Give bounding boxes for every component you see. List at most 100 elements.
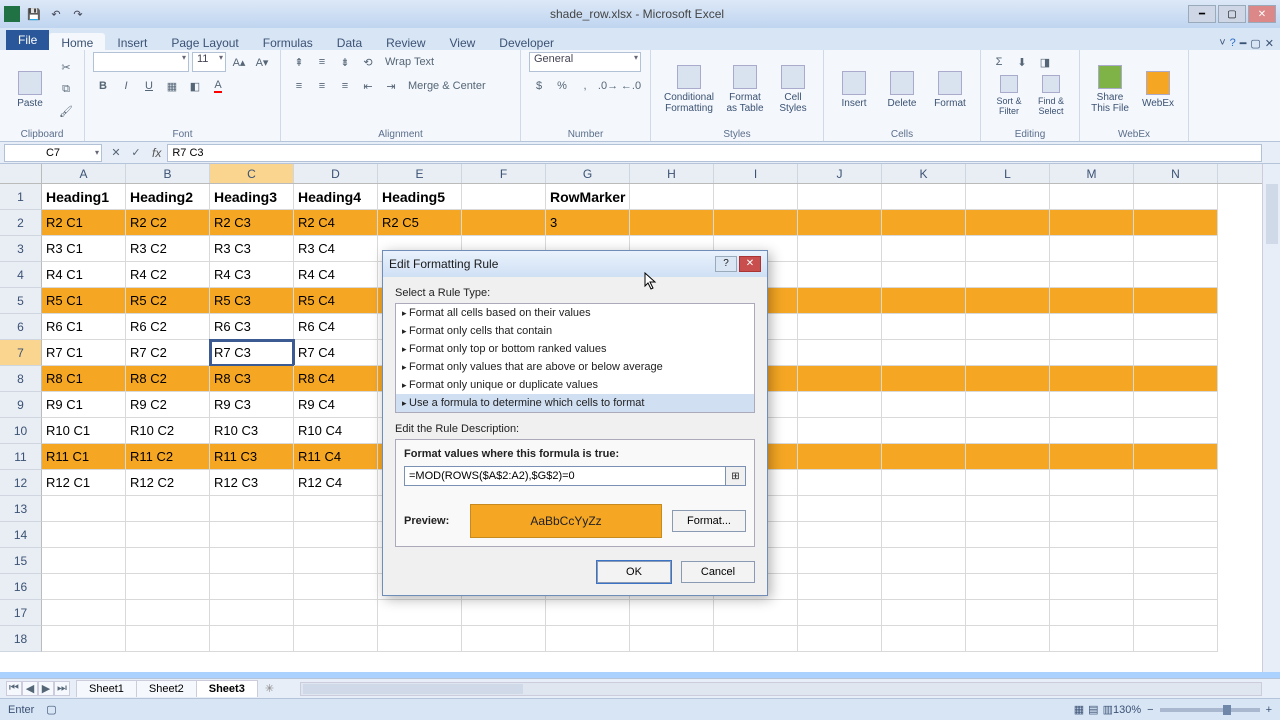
range-picker-icon[interactable]: ⊞ <box>726 466 746 486</box>
decrease-decimal-icon[interactable]: ←.0 <box>621 76 641 96</box>
cell[interactable] <box>1134 392 1218 418</box>
cell[interactable]: Heading4 <box>294 184 378 210</box>
workbook-restore-icon[interactable]: ▢ <box>1250 37 1260 50</box>
cell[interactable] <box>966 392 1050 418</box>
cell[interactable] <box>798 184 882 210</box>
cell[interactable] <box>714 210 798 236</box>
cell[interactable]: Heading1 <box>42 184 126 210</box>
align-bottom-icon[interactable]: ⇟ <box>335 52 355 72</box>
cell[interactable]: R12 C2 <box>126 470 210 496</box>
cell[interactable] <box>42 548 126 574</box>
cell[interactable]: R2 C3 <box>210 210 294 236</box>
row-header[interactable]: 3 <box>0 236 42 262</box>
cell[interactable]: R12 C1 <box>42 470 126 496</box>
cell[interactable]: R6 C3 <box>210 314 294 340</box>
cell[interactable]: R7 C4 <box>294 340 378 366</box>
cell[interactable] <box>966 470 1050 496</box>
cell[interactable] <box>882 392 966 418</box>
formula-input[interactable]: R7 C3 <box>167 144 1262 162</box>
comma-icon[interactable]: , <box>575 76 595 96</box>
row-header[interactable]: 1 <box>0 184 42 210</box>
cell[interactable] <box>966 626 1050 652</box>
font-color-icon[interactable]: A <box>208 76 228 96</box>
cell[interactable] <box>294 548 378 574</box>
cell[interactable] <box>882 600 966 626</box>
cell[interactable] <box>1134 496 1218 522</box>
cell[interactable] <box>1050 262 1134 288</box>
cell[interactable]: R6 C4 <box>294 314 378 340</box>
cell[interactable] <box>882 418 966 444</box>
cell[interactable] <box>882 210 966 236</box>
cell[interactable] <box>1050 470 1134 496</box>
cell[interactable]: R7 C2 <box>126 340 210 366</box>
formula-input-field[interactable] <box>404 466 726 486</box>
percent-icon[interactable]: % <box>552 76 572 96</box>
file-tab[interactable]: File <box>6 30 49 50</box>
cell[interactable] <box>966 574 1050 600</box>
fill-icon[interactable]: ⬇ <box>1012 52 1032 72</box>
cell[interactable] <box>1050 522 1134 548</box>
cell[interactable] <box>630 626 714 652</box>
cell[interactable] <box>1050 548 1134 574</box>
cell[interactable]: R5 C1 <box>42 288 126 314</box>
dialog-close-button[interactable]: ✕ <box>739 256 761 272</box>
column-header[interactable]: E <box>378 164 462 183</box>
cell[interactable] <box>882 366 966 392</box>
cell[interactable] <box>126 496 210 522</box>
column-header[interactable]: J <box>798 164 882 183</box>
orientation-icon[interactable]: ⟲ <box>358 52 378 72</box>
cell[interactable]: R4 C4 <box>294 262 378 288</box>
column-header[interactable]: H <box>630 164 714 183</box>
cell[interactable] <box>1050 574 1134 600</box>
webex-button[interactable]: WebEx <box>1136 58 1180 122</box>
cell[interactable] <box>1134 366 1218 392</box>
cell[interactable]: RowMarker <box>546 184 630 210</box>
cell[interactable]: R7 C3 <box>210 340 294 366</box>
format-button[interactable]: Format... <box>672 510 746 532</box>
cell[interactable] <box>966 366 1050 392</box>
cell[interactable] <box>1134 574 1218 600</box>
view-layout-icon[interactable]: ▤ <box>1088 703 1098 716</box>
wrap-text-button[interactable]: Wrap Text <box>381 52 438 72</box>
cell[interactable] <box>294 522 378 548</box>
merge-center-button[interactable]: Merge & Center <box>404 76 490 96</box>
cell[interactable] <box>126 600 210 626</box>
cell[interactable] <box>714 184 798 210</box>
rule-type-item[interactable]: Format only top or bottom ranked values <box>396 340 754 358</box>
row-header[interactable]: 18 <box>0 626 42 652</box>
cell[interactable] <box>882 470 966 496</box>
cell[interactable] <box>798 444 882 470</box>
cell[interactable] <box>798 574 882 600</box>
zoom-out-icon[interactable]: − <box>1147 704 1153 716</box>
cell[interactable] <box>1134 444 1218 470</box>
cell[interactable] <box>1050 366 1134 392</box>
cell[interactable] <box>966 288 1050 314</box>
cell[interactable] <box>1050 340 1134 366</box>
row-header[interactable]: 9 <box>0 392 42 418</box>
cell[interactable] <box>378 626 462 652</box>
cell[interactable]: R5 C4 <box>294 288 378 314</box>
cell[interactable] <box>1050 184 1134 210</box>
clear-icon[interactable]: ◨ <box>1035 52 1055 72</box>
cell[interactable] <box>1050 418 1134 444</box>
sort-filter-button[interactable]: Sort & Filter <box>989 74 1029 116</box>
cell[interactable] <box>1050 600 1134 626</box>
align-left-icon[interactable]: ≡ <box>289 76 309 96</box>
cell[interactable] <box>1134 626 1218 652</box>
cell[interactable] <box>210 522 294 548</box>
rule-type-item[interactable]: Use a formula to determine which cells t… <box>396 394 754 412</box>
cell[interactable]: R11 C3 <box>210 444 294 470</box>
find-select-button[interactable]: Find & Select <box>1031 74 1071 116</box>
cell[interactable] <box>1050 314 1134 340</box>
cell[interactable] <box>882 288 966 314</box>
share-file-button[interactable]: Share This File <box>1088 58 1132 122</box>
cut-icon[interactable]: ✂ <box>56 58 76 78</box>
cell[interactable] <box>798 236 882 262</box>
cell[interactable]: R5 C3 <box>210 288 294 314</box>
cell[interactable] <box>882 574 966 600</box>
cell[interactable] <box>882 262 966 288</box>
cell[interactable] <box>462 600 546 626</box>
enter-formula-icon[interactable]: ✓ <box>126 143 146 163</box>
format-as-table-button[interactable]: Format as Table <box>723 58 767 122</box>
cell[interactable] <box>294 600 378 626</box>
